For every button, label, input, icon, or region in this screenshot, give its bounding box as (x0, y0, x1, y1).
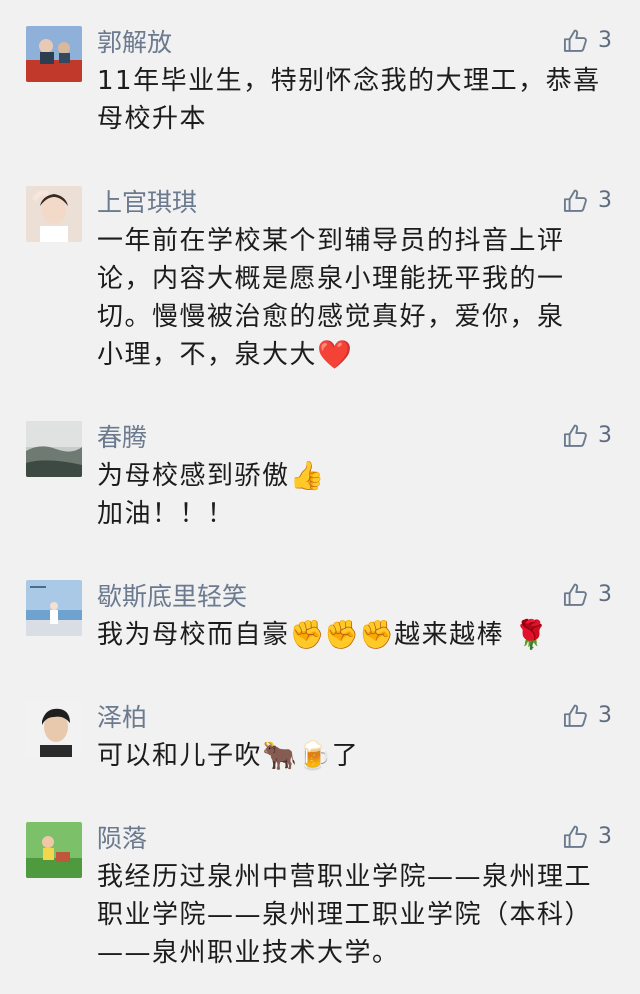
thumbs-up-icon (563, 189, 587, 212)
like-count: 3 (598, 703, 612, 728)
comment-author[interactable]: 歇斯底里轻笑 (97, 582, 247, 612)
thumbs-up-icon (563, 29, 587, 52)
thumbs-up-icon (563, 704, 587, 727)
like-button[interactable]: 3 (562, 701, 612, 731)
thumbs-up-icon (563, 583, 587, 606)
comment-text: 我经历过泉州中营职业学院——泉州理工 职业学院——泉州理工职业学院（本科） ——… (97, 862, 593, 968)
thumbs-up-emoji-icon: 👍 (289, 459, 325, 492)
raised-fist-emoji-icon: ✊✊✊ (289, 618, 395, 651)
avatar[interactable] (26, 26, 82, 82)
avatar[interactable] (26, 580, 82, 636)
rose-emoji-icon: 🌹 (513, 618, 549, 651)
avatar[interactable] (26, 701, 82, 757)
comment-author[interactable]: 泽柏 (97, 703, 147, 733)
comment-author[interactable]: 春腾 (97, 423, 147, 453)
like-count: 3 (598, 28, 612, 53)
comment-author[interactable]: 上官琪琪 (97, 188, 197, 218)
comment-text: 可以和儿子吹🐂🍺了 (97, 737, 617, 775)
like-count: 3 (598, 824, 612, 849)
like-count: 3 (598, 188, 612, 213)
heart-emoji-icon: ❤️ (317, 338, 352, 371)
thumbs-up-icon (563, 825, 587, 848)
avatar[interactable] (26, 186, 82, 242)
comment-author[interactable]: 陨落 (97, 824, 147, 854)
comment-author[interactable]: 郭解放 (97, 28, 172, 58)
avatar[interactable] (26, 421, 82, 477)
comment-list: 郭解放 3 11年毕业生，特别怀念我的大理工，恭喜 母校升本 上官琪琪 3 一年… (0, 0, 640, 994)
thumbs-up-icon (563, 424, 587, 447)
like-button[interactable]: 3 (562, 822, 612, 852)
avatar[interactable] (26, 822, 82, 878)
comment-text: 为母校感到骄傲👍 加油！！！ (97, 459, 325, 529)
like-button[interactable]: 3 (562, 186, 612, 216)
like-button[interactable]: 3 (562, 26, 612, 56)
ox-beer-emoji-icon: 🐂🍺 (262, 739, 332, 772)
comment-text: 我为母校而自豪✊✊✊越来越棒 🌹 (97, 616, 617, 654)
like-button[interactable]: 3 (562, 421, 612, 451)
comment-text: 11年毕业生，特别怀念我的大理工，恭喜 母校升本 (97, 66, 601, 134)
comment-text: 一年前在学校某个到辅导员的抖音上评 论，内容大概是愿泉小理能抚平我的一 切。慢慢… (97, 222, 617, 374)
like-button[interactable]: 3 (562, 580, 612, 610)
like-count: 3 (598, 582, 612, 607)
like-count: 3 (598, 423, 612, 448)
